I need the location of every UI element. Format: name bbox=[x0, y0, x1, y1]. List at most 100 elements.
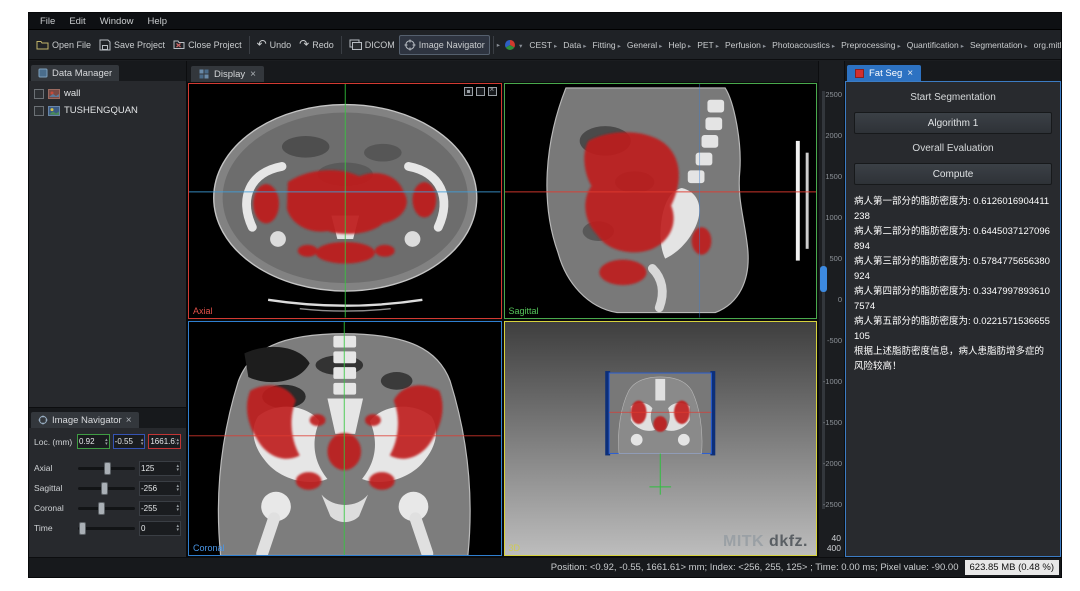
viewport-corner-buttons bbox=[464, 87, 497, 96]
spin-arrows-icon[interactable]: ▴▾ bbox=[176, 484, 180, 492]
loc-x-spinbox[interactable]: ▴▾ bbox=[77, 434, 110, 449]
spin-arrows-icon[interactable]: ▴▾ bbox=[141, 438, 145, 446]
visibility-checkbox[interactable] bbox=[34, 106, 44, 116]
close-icon[interactable] bbox=[907, 68, 913, 79]
tab-display[interactable]: Display bbox=[191, 66, 264, 82]
toolbar-menu-segmentation[interactable]: Segmentation bbox=[967, 38, 1031, 52]
coronal-ct-image[interactable] bbox=[189, 322, 501, 556]
redo-button[interactable]: Redo bbox=[295, 36, 338, 53]
result-line: 病人第四部分的脂肪密度为: 0.33479978936107574 bbox=[854, 284, 1052, 314]
menu-label: Help bbox=[668, 40, 685, 50]
close-project-button[interactable]: Close Project bbox=[169, 36, 246, 53]
spin-arrows-icon[interactable]: ▴▾ bbox=[176, 504, 180, 512]
toolbar-menu-fitting[interactable]: Fitting bbox=[590, 38, 624, 52]
close-project-label: Close Project bbox=[188, 40, 242, 50]
fullscreen-icon[interactable] bbox=[488, 87, 497, 96]
image-navigator-dock: Image Navigator Loc. (mm) ▴▾ ▴▾ bbox=[29, 407, 186, 557]
coronal-spinbox[interactable]: ▴▾ bbox=[139, 501, 181, 516]
coronal-slider-thumb[interactable] bbox=[98, 502, 105, 515]
loc-z-spinbox[interactable]: ▴▾ bbox=[148, 434, 181, 449]
loc-y-input[interactable] bbox=[114, 437, 141, 446]
dicom-button[interactable]: DICOM bbox=[345, 36, 399, 53]
window-value[interactable]: 400 bbox=[827, 543, 841, 553]
sagittal-slider-thumb[interactable] bbox=[101, 482, 108, 495]
spin-arrows-icon[interactable]: ▴▾ bbox=[176, 464, 180, 472]
result-line: 病人第三部分的脂肪密度为: 0.5784775656380924 bbox=[854, 254, 1052, 284]
open-file-button[interactable]: Open File bbox=[32, 36, 95, 53]
layout-icon[interactable] bbox=[476, 87, 485, 96]
submenu-arrow-icon bbox=[554, 40, 557, 50]
time-slider[interactable] bbox=[78, 527, 135, 530]
axial-slider[interactable] bbox=[78, 467, 135, 470]
axial-input[interactable] bbox=[140, 464, 176, 473]
tree-item-tushengquan[interactable]: TUSHENGQUAN bbox=[34, 102, 181, 119]
threed-render-image[interactable] bbox=[505, 322, 817, 556]
toolbar-menu-cest[interactable]: CEST bbox=[526, 38, 560, 52]
save-project-button[interactable]: Save Project bbox=[95, 36, 169, 54]
algorithm-1-button[interactable]: Algorithm 1 bbox=[854, 112, 1052, 134]
viewport-coronal[interactable]: Coronal bbox=[188, 321, 502, 557]
viewport-sagittal[interactable]: Sagittal bbox=[504, 83, 818, 319]
level-value[interactable]: 40 bbox=[827, 533, 841, 543]
crosshair-mode-icon[interactable] bbox=[464, 87, 473, 96]
close-project-icon bbox=[173, 39, 185, 50]
viewport-3d[interactable]: MITK dkfz. 3D bbox=[504, 321, 818, 557]
spin-arrows-icon[interactable]: ▴▾ bbox=[176, 524, 180, 532]
color-wheel-button[interactable] bbox=[500, 36, 526, 54]
loc-z-input[interactable] bbox=[149, 437, 176, 446]
toolbar-menu-data[interactable]: Data bbox=[560, 38, 589, 52]
axial-slider-thumb[interactable] bbox=[104, 462, 111, 475]
sagittal-spinbox[interactable]: ▴▾ bbox=[139, 481, 181, 496]
toolbar-menu-photoacoustics[interactable]: Photoacoustics bbox=[769, 38, 838, 52]
time-spinbox[interactable]: ▴▾ bbox=[139, 521, 181, 536]
mitk-dkfz-watermark: MITK dkfz. bbox=[723, 533, 808, 551]
overall-evaluation-title: Overall Evaluation bbox=[854, 141, 1052, 156]
result-line: 根据上述脂肪密度信息，病人患脂肪增多症的风险较高！ bbox=[854, 344, 1052, 374]
toolbar-menu-general[interactable]: General bbox=[624, 38, 666, 52]
viewport-axial[interactable]: Axial bbox=[188, 83, 502, 319]
sagittal-input[interactable] bbox=[140, 484, 176, 493]
axial-spinbox[interactable]: ▴▾ bbox=[139, 461, 181, 476]
loc-x-input[interactable] bbox=[78, 437, 105, 446]
image-navigator-label: Image Navigator bbox=[419, 40, 485, 50]
sagittal-slider[interactable] bbox=[78, 487, 135, 490]
submenu-arrow-icon bbox=[716, 40, 719, 50]
tab-image-navigator[interactable]: Image Navigator bbox=[31, 412, 139, 428]
spin-arrows-icon[interactable]: ▴▾ bbox=[177, 438, 181, 446]
toolbar-menu-quantification[interactable]: Quantification bbox=[904, 38, 967, 52]
menu-window[interactable]: Window bbox=[93, 15, 141, 28]
axial-ct-image[interactable] bbox=[189, 84, 501, 318]
tab-fat-seg[interactable]: Fat Seg bbox=[847, 65, 921, 81]
coronal-slider[interactable] bbox=[78, 507, 135, 510]
tree-item-wall[interactable]: wall bbox=[34, 85, 181, 102]
close-icon[interactable] bbox=[250, 69, 256, 80]
close-icon[interactable] bbox=[126, 415, 132, 426]
compute-button[interactable]: Compute bbox=[854, 163, 1052, 185]
tab-data-manager[interactable]: Data Manager bbox=[31, 65, 119, 81]
coronal-input[interactable] bbox=[140, 504, 176, 513]
color-wheel-icon bbox=[504, 39, 516, 51]
menu-file[interactable]: File bbox=[33, 15, 62, 28]
axial-slider-label: Axial bbox=[34, 463, 74, 473]
loc-label: Loc. (mm) bbox=[34, 437, 74, 447]
toolbar-menu-perfusion[interactable]: Perfusion bbox=[722, 38, 769, 52]
toolbar-menu-pet[interactable]: PET bbox=[694, 38, 722, 52]
sagittal-ct-image[interactable] bbox=[505, 84, 817, 318]
data-manager-tab-label: Data Manager bbox=[52, 68, 112, 79]
image-navigator-button[interactable]: Image Navigator bbox=[399, 35, 490, 55]
toolbar-menu-example-views[interactable]: org.mitk.views.example... bbox=[1031, 38, 1061, 52]
toolbar-menu-help[interactable]: Help bbox=[665, 38, 694, 52]
time-slider-thumb[interactable] bbox=[79, 522, 86, 535]
loc-y-spinbox[interactable]: ▴▾ bbox=[113, 434, 146, 449]
toolbar-menu-preprocessing[interactable]: Preprocessing bbox=[838, 38, 904, 52]
menu-help[interactable]: Help bbox=[140, 15, 174, 28]
menu-edit[interactable]: Edit bbox=[62, 15, 92, 28]
position-status-text: Position: <0.92, -0.55, 1661.61> mm; Ind… bbox=[551, 562, 959, 573]
scale-tick: -1000 bbox=[823, 378, 842, 386]
visibility-checkbox[interactable] bbox=[34, 89, 44, 99]
time-input[interactable] bbox=[140, 524, 176, 533]
spin-arrows-icon[interactable]: ▴▾ bbox=[105, 438, 109, 446]
scale-tick: 2000 bbox=[825, 132, 842, 140]
viewport-grid: Axial bbox=[187, 82, 818, 557]
undo-button[interactable]: Undo bbox=[253, 36, 296, 53]
